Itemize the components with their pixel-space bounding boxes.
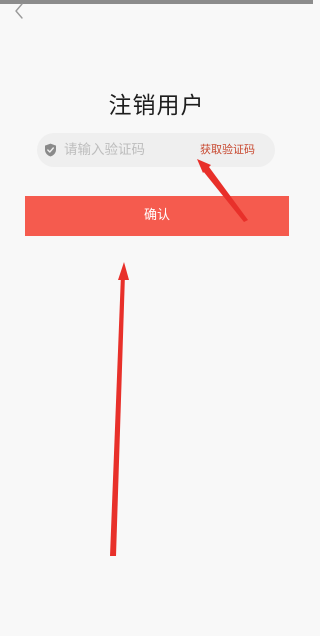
get-code-button[interactable]: 获取验证码: [200, 133, 255, 167]
verification-code-input[interactable]: [64, 133, 194, 167]
annotation-arrow-to-confirm: [110, 274, 125, 556]
annotation-arrow-head-2: [118, 262, 129, 280]
verification-code-field: 获取验证码: [37, 133, 275, 167]
confirm-button[interactable]: 确认: [25, 196, 289, 236]
page-title: 注销用户: [108, 93, 205, 119]
chevron-left-icon: [15, 3, 23, 19]
status-bar-strip: [0, 0, 313, 4]
shield-check-icon: [45, 143, 56, 157]
back-button[interactable]: [14, 2, 38, 20]
